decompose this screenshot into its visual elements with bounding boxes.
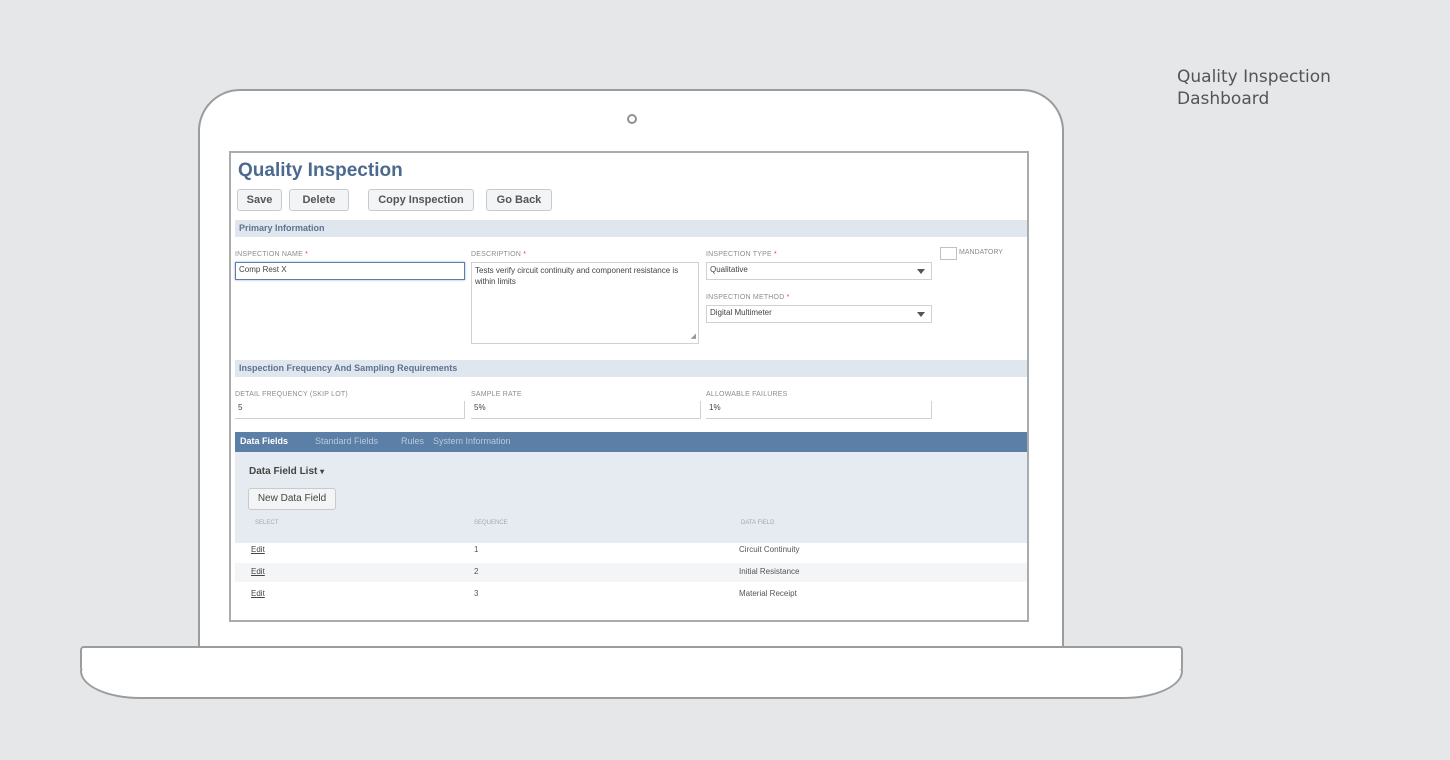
data-field-cell: Initial Resistance (739, 567, 800, 576)
edit-link[interactable]: Edit (251, 567, 265, 576)
camera-icon (627, 114, 637, 124)
tab-data-fields[interactable]: Data Fields (240, 436, 288, 446)
inspection-name-input[interactable]: Comp Rest X (235, 262, 465, 280)
table-row: Edit 3 Material Receipt (235, 585, 1027, 604)
data-field-cell: Circuit Continuity (739, 545, 800, 554)
description-label: DESCRIPTION * (471, 251, 527, 258)
detail-frequency-label: DETAIL FREQUENCY (SKIP LOT) (235, 391, 348, 398)
sequence-cell: 3 (474, 589, 479, 598)
frequency-header: Inspection Frequency And Sampling Requir… (235, 360, 1027, 377)
edit-link[interactable]: Edit (251, 589, 265, 598)
save-button[interactable]: Save (237, 189, 282, 211)
inspection-type-label: INSPECTION TYPE * (706, 251, 777, 258)
column-header-select: SELECT (255, 520, 279, 526)
go-back-button[interactable]: Go Back (486, 189, 552, 211)
delete-button[interactable]: Delete (289, 189, 349, 211)
detail-frequency-input[interactable]: 5 (235, 401, 465, 419)
data-fields-panel (235, 452, 1027, 543)
tab-standard-fields[interactable]: Standard Fields (315, 436, 378, 446)
inspection-name-label: INSPECTION NAME * (235, 251, 309, 258)
primary-info-header: Primary Information (235, 220, 1027, 237)
inspection-method-select[interactable]: Digital Multimeter (706, 305, 932, 323)
allowable-failures-label: ALLOWABLE FAILURES (706, 391, 788, 398)
dashboard-caption: Quality Inspection Dashboard (1177, 67, 1331, 109)
data-field-list-title: Data Field List (249, 466, 318, 477)
chevron-down-icon (917, 312, 925, 317)
mandatory-checkbox[interactable] (940, 247, 957, 260)
column-header-data-field: DATA FIELD (741, 520, 775, 526)
sequence-cell: 1 (474, 545, 479, 554)
laptop-base-bottom (80, 670, 1183, 699)
app-screen: Quality Inspection Save Delete Copy Insp… (229, 151, 1029, 622)
allowable-failures-input[interactable]: 1% (706, 401, 932, 419)
resize-handle-icon[interactable]: ◢ (691, 331, 696, 342)
page-title: Quality Inspection (238, 160, 403, 181)
inspection-type-select[interactable]: Qualitative (706, 262, 932, 280)
copy-inspection-button[interactable]: Copy Inspection (368, 189, 474, 211)
chevron-down-icon: ▾ (320, 467, 325, 476)
tab-system-information[interactable]: System Information (433, 436, 511, 446)
data-field-list-menu[interactable]: Data Field List ▾ (249, 466, 324, 477)
inspection-method-label: INSPECTION METHOD * (706, 294, 790, 301)
column-header-sequence: SEQUENCE (474, 520, 508, 526)
sample-rate-label: SAMPLE RATE (471, 391, 522, 398)
description-text: Tests verify circuit continuity and comp… (475, 266, 679, 286)
description-textarea[interactable]: Tests verify circuit continuity and comp… (471, 262, 699, 344)
subtab-bar: Data Fields Standard Fields Rules System… (235, 432, 1027, 452)
table-row: Edit 2 Initial Resistance (235, 563, 1027, 582)
new-data-field-button[interactable]: New Data Field (248, 488, 336, 510)
inspection-method-value: Digital Multimeter (710, 308, 772, 317)
sample-rate-input[interactable]: 5% (471, 401, 701, 419)
laptop-base (80, 646, 1183, 672)
table-row: Edit 1 Circuit Continuity (235, 541, 1027, 560)
sequence-cell: 2 (474, 567, 479, 576)
data-field-cell: Material Receipt (739, 589, 797, 598)
mandatory-label: MANDATORY (959, 249, 1003, 256)
tab-rules[interactable]: Rules (401, 436, 424, 446)
chevron-down-icon (917, 269, 925, 274)
edit-link[interactable]: Edit (251, 545, 265, 554)
inspection-type-value: Qualitative (710, 265, 748, 274)
